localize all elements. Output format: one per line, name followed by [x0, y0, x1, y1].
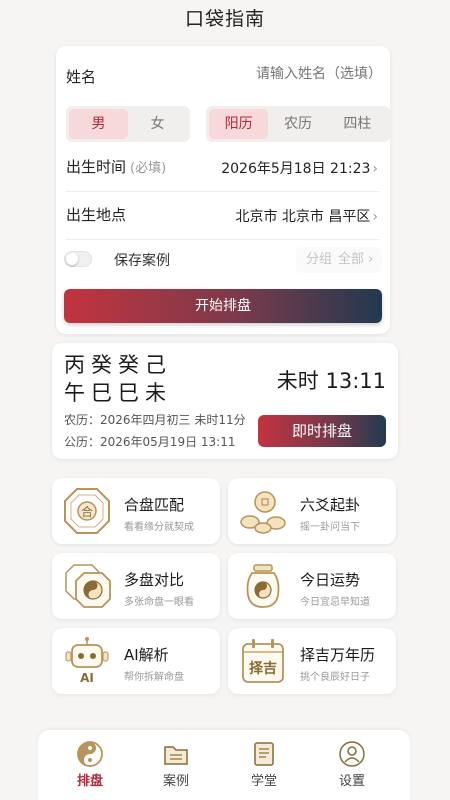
feature-tile-multi-compare[interactable]: 多盘对比 多张命盘一眼看 [52, 553, 220, 619]
save-case-label: 保存案例 [114, 253, 170, 269]
jar-icon [246, 564, 280, 608]
nav-tab-chart[interactable]: 排盘 [60, 740, 120, 789]
ai-robot-icon: AI [65, 637, 109, 685]
nav-label: 设置 [338, 774, 365, 789]
heavenly-stems: 丙癸癸己 [64, 353, 172, 377]
feature-subtitle: 看看缘分就契成 [124, 522, 194, 533]
app-header: 口袋指南 [0, 0, 450, 38]
nav-label: 排盘 [76, 774, 103, 789]
birth-place-row[interactable]: 出生地点 北京市 北京市 昌平区 › [56, 204, 390, 230]
calendar-option-four-pillars[interactable]: 四柱 [328, 109, 387, 139]
feature-subtitle: 今日宜忌早知道 [300, 597, 370, 608]
chart-input-form: 姓名 男 女 阳历 农历 四柱 出生时间(必填) 2026年5月18日 21:2… [56, 46, 390, 334]
save-case-toggle[interactable] [64, 251, 92, 267]
birth-place-label: 出生地点 [66, 206, 127, 224]
name-label: 姓名 [66, 68, 97, 86]
nav-tab-school[interactable]: 学堂 [234, 740, 294, 789]
feature-tile-liuyao[interactable]: 六爻起卦 摇一卦问当下 [228, 478, 396, 544]
calendar-option-solar[interactable]: 阳历 [209, 109, 269, 139]
chevron-right-icon: › [372, 209, 378, 225]
birth-place-value[interactable]: 北京市 北京市 昌平区 › [235, 206, 378, 226]
svg-text:AI: AI [80, 671, 94, 685]
divider [66, 239, 380, 240]
gender-selector: 男 女 [66, 106, 190, 142]
birth-time-label: 出生时间 (必填) [66, 158, 167, 176]
birth-time-row[interactable]: 出生时间 (必填) 2026年5月18日 21:23 › [56, 154, 390, 180]
name-input[interactable] [202, 66, 382, 82]
nav-label: 案例 [162, 774, 189, 789]
group-label: 分组 [306, 252, 333, 267]
calendar-zeji-icon: 择吉 [242, 639, 284, 683]
feature-tile-compatibility[interactable]: 合 合盘匹配 看看缘分就契成 [52, 478, 220, 544]
chevron-right-icon: › [368, 252, 374, 267]
group-value: 全部 [338, 252, 365, 267]
page-title: 口袋指南 [184, 8, 265, 30]
folder-icon [164, 746, 188, 765]
coins-icon [240, 491, 286, 534]
feature-title: 今日运势 [300, 571, 361, 589]
taiji-icon [77, 741, 103, 767]
feature-subtitle: 挑个良辰好日子 [300, 672, 370, 683]
svg-text:合: 合 [81, 504, 93, 519]
feature-tile-daily-fortune[interactable]: 今日运势 今日宜忌早知道 [228, 553, 396, 619]
feature-title: 合盘匹配 [124, 496, 185, 514]
bottom-navigation: 排盘 案例 学堂 设置 [38, 730, 410, 800]
nav-tab-cases[interactable]: 案例 [146, 740, 206, 789]
feature-title: 多盘对比 [124, 571, 185, 589]
required-hint: (必填) [130, 161, 167, 176]
feature-title: 择吉万年历 [300, 646, 376, 664]
name-row: 姓名 [56, 64, 390, 88]
divider [66, 191, 380, 192]
book-icon [254, 742, 274, 766]
gender-option-female[interactable]: 女 [128, 109, 187, 139]
group-selector[interactable]: 分组 全部 › [296, 247, 382, 273]
taiji-compare-icon [65, 564, 111, 608]
bagua-he-icon: 合 [64, 488, 110, 534]
calendar-type-selector: 阳历 农历 四柱 [206, 106, 390, 142]
feature-subtitle: 帮你拆解命盘 [124, 672, 184, 683]
feature-title: AI解析 [124, 646, 169, 664]
feature-tile-ai-analysis[interactable]: AI AI解析 帮你拆解命盘 [52, 628, 220, 694]
current-pillars-card: 丙癸癸己 午巳巳未 未时 13:11 农历：2026年四月初三 未时11分 公历… [52, 343, 398, 459]
lunar-date: 农历：2026年四月初三 未时11分 [64, 413, 246, 427]
nav-tab-settings[interactable]: 设置 [322, 740, 382, 789]
svg-text:择吉: 择吉 [249, 660, 277, 677]
birth-time-value[interactable]: 2026年5月18日 21:23 › [221, 158, 378, 178]
feature-tile-almanac[interactable]: 择吉 择吉万年历 挑个良辰好日子 [228, 628, 396, 694]
feature-title: 六爻起卦 [300, 496, 361, 514]
nav-label: 学堂 [250, 774, 277, 789]
solar-date: 公历：2026年05月19日 13:11 [64, 435, 236, 449]
feature-subtitle: 多张命盘一眼看 [124, 597, 194, 608]
calendar-option-lunar[interactable]: 农历 [268, 109, 327, 139]
gender-option-male[interactable]: 男 [69, 109, 128, 139]
chevron-right-icon: › [372, 161, 378, 177]
toggle-knob [66, 253, 78, 265]
current-hour-time: 未时 13:11 [276, 369, 386, 393]
instant-chart-button[interactable]: 即时排盘 [258, 415, 386, 447]
user-icon [339, 741, 365, 767]
start-chart-button[interactable]: 开始排盘 [64, 289, 382, 323]
feature-subtitle: 摇一卦问当下 [300, 522, 360, 533]
earthly-branches: 午巳巳未 [64, 381, 172, 405]
